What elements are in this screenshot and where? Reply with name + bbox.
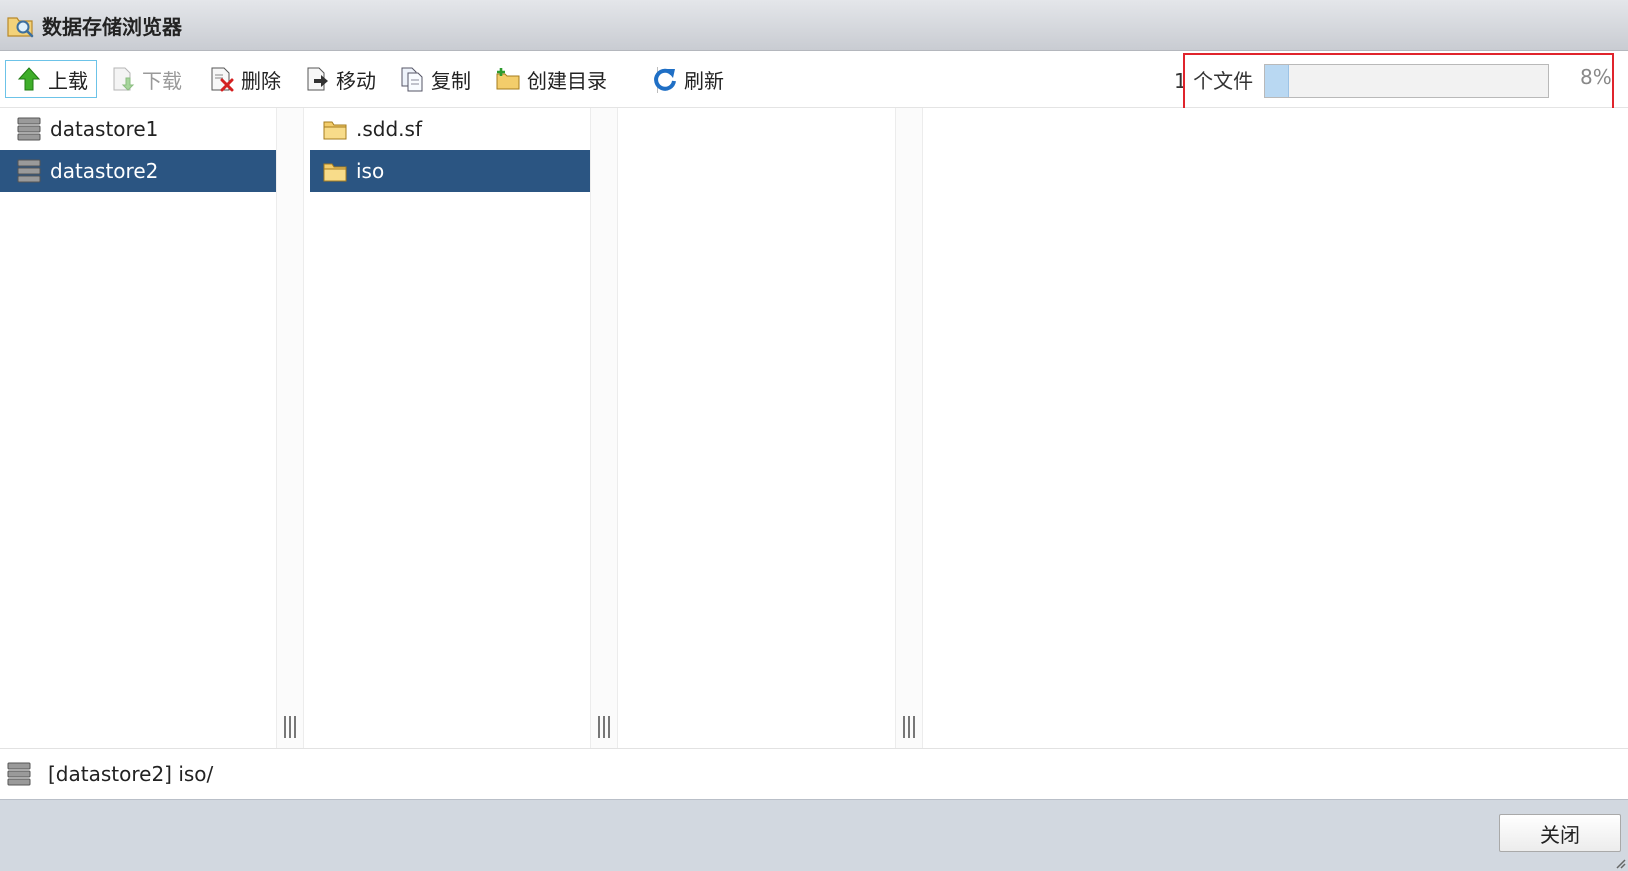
datastore-icon [17, 159, 41, 183]
upload-arrow-icon [17, 67, 41, 91]
close-button[interactable]: 关闭 [1499, 814, 1621, 852]
datastore-pane: datastore1 datastore2 [0, 108, 276, 748]
pane-splitter-1[interactable] [276, 108, 304, 748]
delete-file-icon [211, 67, 234, 92]
window-title: 数据存储浏览器 [42, 14, 182, 39]
datastore-item-label: datastore1 [50, 117, 159, 141]
upload-button[interactable]: 上载 [5, 60, 97, 98]
download-button[interactable]: 下载 [110, 60, 182, 98]
folder-item-1[interactable]: iso [310, 150, 590, 192]
resize-grip-icon[interactable] [1614, 857, 1626, 869]
folder-item-label: .sdd.sf [356, 117, 422, 141]
refresh-label: 刷新 [684, 68, 724, 93]
datastore-item-0[interactable]: datastore1 [0, 108, 276, 150]
create-folder-button[interactable]: 创建目录 [495, 60, 607, 98]
highlight-annotation-box [1183, 53, 1614, 116]
refresh-icon [654, 68, 676, 91]
move-button[interactable]: 移动 [304, 60, 376, 98]
dialog-footer: 关闭 [0, 799, 1628, 871]
current-path: [datastore2] iso/ [48, 762, 214, 786]
folder-icon [323, 163, 347, 182]
splitter-grip-icon [284, 716, 296, 738]
datastore-icon [7, 762, 31, 786]
upload-label: 上载 [48, 68, 88, 93]
pane-splitter-3[interactable] [895, 108, 923, 748]
datastore-item-label: datastore2 [50, 159, 159, 183]
file-pane [618, 108, 895, 748]
delete-label: 删除 [241, 68, 281, 93]
folder-pane: .sdd.sf iso [304, 108, 590, 748]
datastore-item-1[interactable]: datastore2 [0, 150, 276, 192]
download-label: 下载 [142, 68, 182, 93]
path-bar: [datastore2] iso/ [0, 748, 1628, 799]
new-folder-icon [496, 68, 520, 90]
folder-icon [323, 121, 347, 140]
folder-item-0[interactable]: .sdd.sf [310, 108, 590, 150]
download-file-icon [113, 67, 135, 91]
create-folder-label: 创建目录 [527, 68, 607, 93]
copy-button[interactable]: 复制 [399, 60, 471, 98]
window-titlebar: 数据存储浏览器 [0, 0, 1628, 51]
delete-button[interactable]: 删除 [209, 60, 281, 98]
move-label: 移动 [336, 68, 376, 93]
folder-search-icon [7, 17, 34, 38]
splitter-grip-icon [598, 716, 610, 738]
splitter-grip-icon [903, 716, 915, 738]
pane-splitter-2[interactable] [590, 108, 618, 748]
refresh-button[interactable]: 刷新 [652, 60, 724, 98]
move-file-icon [307, 67, 328, 91]
folder-item-label: iso [356, 159, 385, 183]
datastore-icon [17, 117, 41, 141]
copy-label: 复制 [431, 68, 471, 93]
detail-pane [923, 108, 1628, 748]
copy-file-icon [401, 67, 423, 92]
